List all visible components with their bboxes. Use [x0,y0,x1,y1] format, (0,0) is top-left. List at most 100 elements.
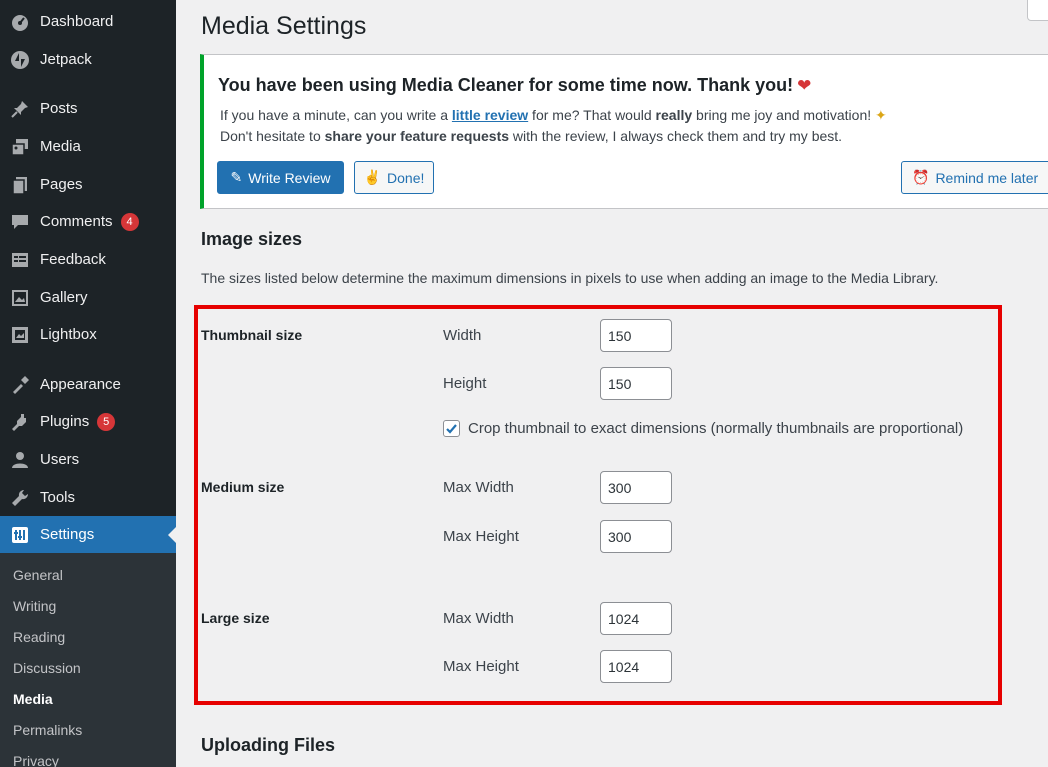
settings-icon [10,525,30,545]
large-width-input[interactable]: 1024 [600,602,672,635]
sparkle-icon: ✦ [875,107,887,123]
users-icon [10,450,30,470]
menu-label: Tools [40,489,76,506]
image-sizes-description: The sizes listed below determine the max… [201,270,939,286]
menu-label: Gallery [40,289,88,306]
notice-heading-text: You have been using Media Cleaner for so… [218,75,794,95]
page-title: Media Settings [201,12,367,40]
alarm-clock-icon: ⏰ [912,169,930,185]
dashboard-icon [10,12,30,32]
menu-label: Comments [40,213,113,230]
notice-text: with the review, I always check them and… [509,128,843,144]
menu-label: Lightbox [40,326,97,343]
large-size-label: Large size [201,610,270,626]
medium-size-label: Medium size [201,479,285,495]
write-review-button[interactable]: ✎ Write Review [217,161,344,194]
submenu-media[interactable]: Media [13,691,53,707]
menu-lightbox[interactable]: Lightbox [0,316,176,353]
menu-appearance[interactable]: Appearance [0,366,176,403]
menu-users[interactable]: Users [0,441,176,478]
pencil-icon: ✎ [230,169,243,185]
submenu-discussion[interactable]: Discussion [13,660,81,676]
menu-label: Settings [40,526,95,543]
menu-label: Appearance [40,376,121,393]
notice-line-1: If you have a minute, can you write a li… [220,107,887,124]
menu-settings[interactable]: Settings [0,516,176,553]
notice-line-2: Don't hesitate to share your feature req… [220,128,842,144]
notice-text: If you have a minute, can you write a [220,107,452,123]
large-width-label: Max Width [443,610,514,627]
checkmark-icon [446,424,457,434]
plugins-count-badge: 5 [97,412,116,431]
crop-thumbnail-label[interactable]: Crop thumbnail to exact dimensions (norm… [468,420,963,437]
feedback-icon [10,250,30,270]
comments-icon [10,212,30,232]
thumbnail-height-input[interactable]: 150 [600,367,672,400]
menu-label: Media [40,138,81,155]
menu-label: Feedback [40,251,106,268]
medium-width-input[interactable]: 300 [600,471,672,504]
thumbnail-width-input[interactable]: 150 [600,319,672,352]
crop-thumbnail-checkbox[interactable] [443,420,460,437]
jetpack-icon [10,50,30,70]
settings-submenu: General Writing Reading Discussion Media… [0,553,176,767]
review-notice: You have been using Media Cleaner for so… [200,54,1048,209]
plugins-icon [10,412,30,432]
media-icon [10,137,30,157]
image-sizes-heading: Image sizes [201,229,303,249]
menu-gallery[interactable]: Gallery [0,279,176,316]
button-label: Write Review [248,169,331,186]
submenu-permalinks[interactable]: Permalinks [13,722,82,738]
submenu-privacy[interactable]: Privacy [13,753,59,767]
highlight-box [194,305,1002,705]
medium-height-input[interactable]: 300 [600,520,672,553]
thumbnail-size-label: Thumbnail size [201,327,303,343]
notice-text: Don't hesitate to [220,128,325,144]
thumbnail-height-label: Height [443,375,487,392]
button-label: Remind me later [935,169,1039,186]
tools-icon [10,488,30,508]
help-tab[interactable] [1027,0,1048,21]
button-label: Done! [387,169,425,186]
gallery-icon [10,288,30,308]
submenu-reading[interactable]: Reading [13,629,65,645]
lightbox-icon [10,325,30,345]
medium-width-label: Max Width [443,479,514,496]
heart-icon: ❤ [797,76,812,95]
notice-text: bring me joy and motivation! [692,107,876,123]
submenu-general[interactable]: General [13,567,63,583]
menu-pages[interactable]: Pages [0,166,176,203]
menu-label: Users [40,451,80,468]
notice-bold-text: share your feature requests [324,128,510,144]
menu-label: Plugins [40,413,90,430]
menu-media[interactable]: Media [0,128,176,165]
menu-label: Dashboard [40,13,114,30]
menu-feedback[interactable]: Feedback [0,241,176,278]
menu-dashboard[interactable]: Dashboard [0,3,176,40]
menu-label: Pages [40,176,83,193]
menu-jetpack[interactable]: Jetpack [0,41,176,78]
appearance-icon [10,375,30,395]
done-button[interactable]: ✌ Done! [354,161,434,194]
pin-icon [10,99,30,119]
notice-bold-text: really [655,107,693,123]
hand-icon: ✌ [363,169,382,185]
notice-heading: You have been using Media Cleaner for so… [218,75,811,96]
menu-comments[interactable]: Comments 4 [0,203,176,240]
thumbnail-width-label: Width [443,327,482,344]
little-review-link[interactable]: little review [452,107,528,123]
menu-tools[interactable]: Tools [0,479,176,516]
submenu-writing[interactable]: Writing [13,598,56,614]
large-height-input[interactable]: 1024 [600,650,672,683]
medium-height-label: Max Height [443,528,519,545]
notice-text: for me? That would [528,107,656,123]
menu-label: Jetpack [40,51,92,68]
menu-plugins[interactable]: Plugins 5 [0,403,176,440]
comments-count-badge: 4 [120,212,139,231]
admin-sidebar: Dashboard Jetpack Posts Media Pages Comm… [0,0,176,767]
menu-posts[interactable]: Posts [0,90,176,127]
menu-label: Posts [40,100,78,117]
large-height-label: Max Height [443,658,519,675]
remind-later-button[interactable]: ⏰ Remind me later [901,161,1048,194]
pages-icon [10,175,30,195]
